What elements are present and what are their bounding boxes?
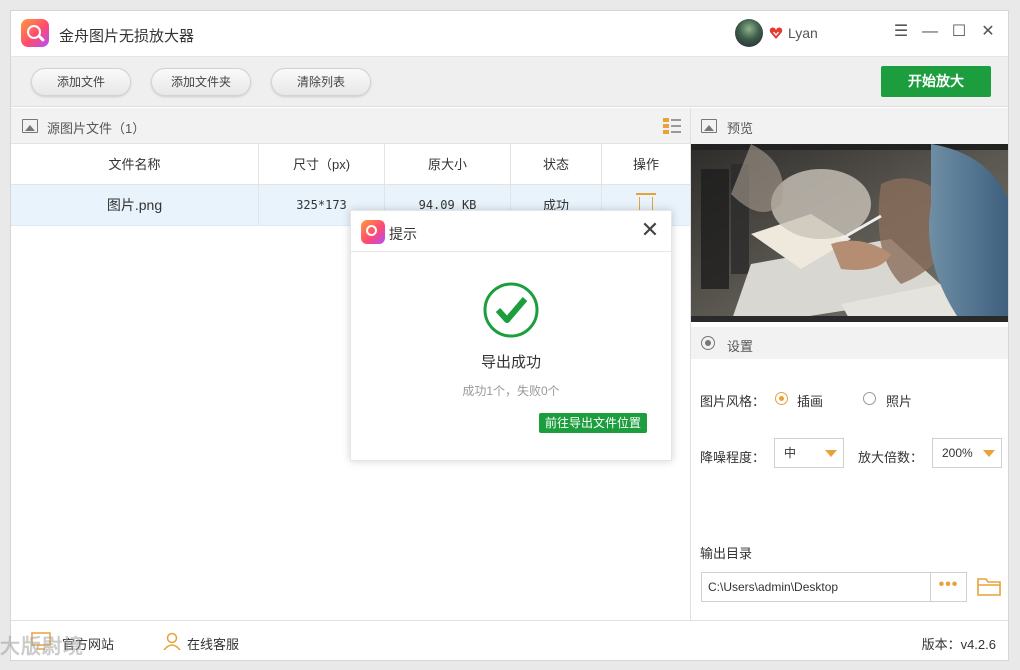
col-actions: 操作: [632, 157, 659, 172]
chevron-down-icon: [983, 450, 995, 457]
output-dir-label: 输出目录: [700, 546, 753, 561]
col-original-size: 原大小: [385, 144, 511, 184]
chevron-down-icon: [825, 450, 837, 457]
dialog-logo-icon: [361, 220, 385, 244]
clear-list-button[interactable]: 清除列表: [271, 68, 371, 96]
preview-image-icon: [701, 119, 717, 133]
source-files-title: 源图片文件（1）: [47, 121, 146, 136]
output-path-input[interactable]: C:\Users\admin\Desktop: [701, 572, 931, 602]
menu-icon[interactable]: ☰: [890, 21, 912, 43]
version-label: 版本：v4.2.6: [921, 637, 996, 652]
list-view-icon[interactable]: [663, 117, 681, 135]
browse-more-button[interactable]: •••: [931, 572, 967, 602]
success-check-icon: [483, 282, 539, 338]
settings-icon: [701, 336, 715, 350]
style-label: 图片风格：: [700, 394, 766, 409]
toolbar: 添加文件 添加文件夹 清除列表 开始放大: [11, 57, 1008, 107]
image-icon: [22, 119, 38, 133]
alert-dialog: 提示 ✕ 导出成功 成功1个，失败0个 前往导出文件位置: [350, 210, 672, 461]
denoise-value: 中: [784, 446, 797, 460]
scale-value: 200%: [942, 446, 973, 460]
denoise-select[interactable]: 中: [774, 438, 844, 468]
user-avatar[interactable]: [735, 19, 763, 47]
preview-header: 预览: [691, 108, 1008, 144]
vip-heart-icon: [769, 27, 783, 39]
dialog-message: 导出成功: [480, 354, 541, 371]
style-illustration-label[interactable]: 插画: [797, 391, 823, 410]
status-bar: 官方网站 在线客服 版本：v4.2.6: [11, 620, 1008, 660]
source-files-header: 源图片文件（1）: [11, 108, 690, 144]
col-status: 状态: [511, 144, 602, 184]
denoise-label: 降噪程度：: [700, 450, 766, 465]
folder-icon[interactable]: [977, 576, 1001, 596]
style-photo-label[interactable]: 照片: [886, 391, 912, 410]
style-photo-radio[interactable]: [863, 392, 876, 405]
settings-title: 设置: [727, 339, 754, 354]
file-table-header: 文件名称 尺寸（px) 原大小 状态 操作: [11, 144, 690, 185]
username[interactable]: Lyan: [788, 25, 818, 41]
support-icon: [163, 632, 181, 650]
scale-select[interactable]: 200%: [932, 438, 1002, 468]
dialog-header: 提示 ✕: [351, 211, 671, 252]
app-logo-icon: [21, 19, 49, 47]
cell-filename: 图片.png: [11, 185, 259, 225]
app-title: 金舟图片无损放大器: [59, 28, 195, 45]
preview-image: [691, 144, 1008, 322]
dialog-close-button[interactable]: ✕: [639, 219, 661, 241]
minimize-button[interactable]: —: [919, 21, 941, 43]
add-folder-button[interactable]: 添加文件夹: [151, 68, 251, 96]
col-dimensions: 尺寸（px): [259, 144, 385, 184]
start-enlarge-button[interactable]: 开始放大: [881, 66, 991, 97]
dialog-title: 提示: [389, 226, 417, 242]
add-file-button[interactable]: 添加文件: [31, 68, 131, 96]
close-button[interactable]: ✕: [977, 21, 999, 43]
open-export-location-button[interactable]: 前往导出文件位置: [539, 413, 647, 433]
scale-label: 放大倍数：: [858, 450, 924, 465]
maximize-button[interactable]: ☐: [948, 21, 970, 43]
app-window: 金舟图片无损放大器 Lyan ☰ — ☐ ✕ 添加文件 添加文件夹 清除列表 开…: [10, 10, 1009, 661]
online-support-link[interactable]: 在线客服: [187, 634, 239, 653]
settings-header: 设置: [691, 327, 1008, 359]
col-filename: 文件名称: [11, 144, 259, 184]
dialog-detail: 成功1个，失败0个: [462, 384, 560, 398]
watermark: 大版尉境: [0, 636, 84, 658]
style-illustration-radio[interactable]: [775, 392, 788, 405]
preview-title: 预览: [727, 121, 754, 136]
title-bar: 金舟图片无损放大器 Lyan ☰ — ☐ ✕: [11, 11, 1008, 57]
